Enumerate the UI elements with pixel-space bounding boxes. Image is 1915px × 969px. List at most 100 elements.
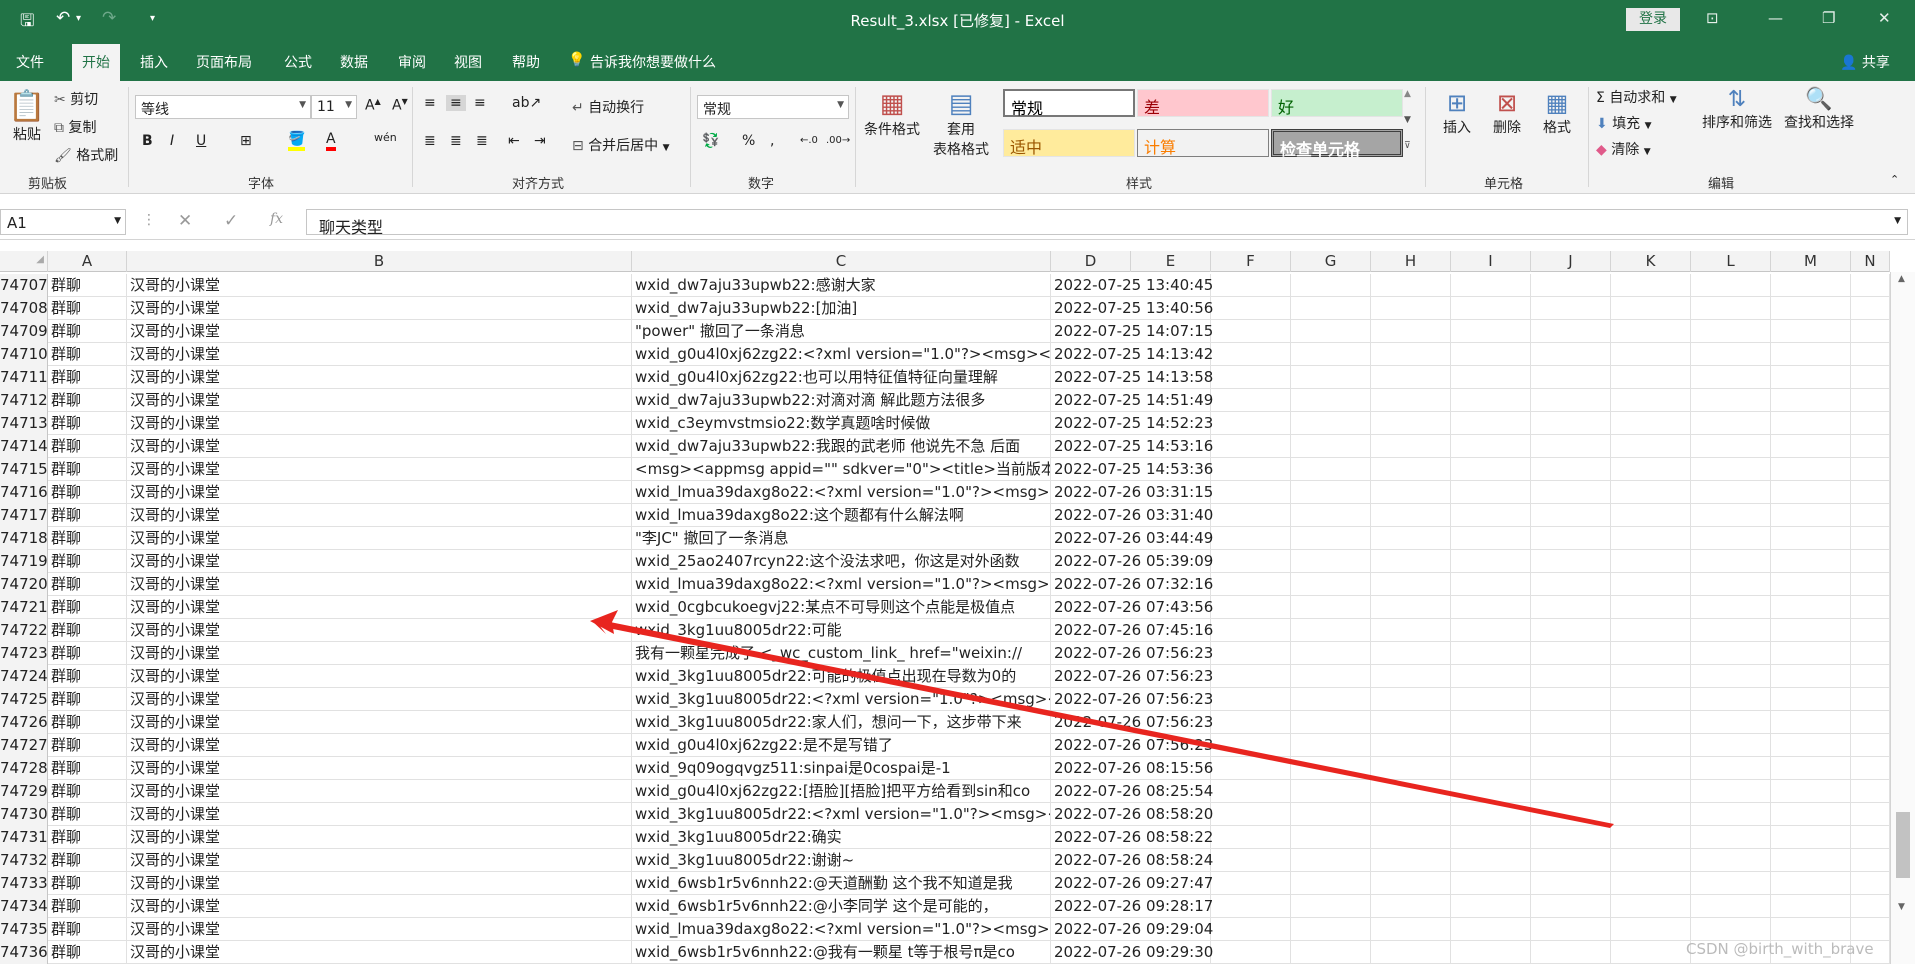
find-select-button[interactable]: 🔍 查找和选择 xyxy=(1780,87,1858,132)
cell-empty[interactable] xyxy=(1691,389,1771,412)
cell-empty[interactable] xyxy=(1451,596,1531,619)
cell-a[interactable]: 群聊 xyxy=(48,481,127,504)
cell-empty[interactable] xyxy=(1371,435,1451,458)
tab-page-layout[interactable]: 页面布局 xyxy=(196,52,252,72)
cell-empty[interactable] xyxy=(1451,711,1531,734)
cell-empty[interactable] xyxy=(1771,481,1851,504)
cell-empty[interactable] xyxy=(1851,688,1890,711)
cell-a[interactable]: 群聊 xyxy=(48,711,127,734)
cell-empty[interactable] xyxy=(1771,366,1851,389)
cell-d[interactable]: 2022-07-26 07:56:23 xyxy=(1051,665,1291,688)
cell-b[interactable]: 汉哥的小课堂 xyxy=(127,895,632,918)
cell-empty[interactable] xyxy=(1771,895,1851,918)
tab-data[interactable]: 数据 xyxy=(340,52,368,72)
cell-empty[interactable] xyxy=(1291,619,1371,642)
cell-empty[interactable] xyxy=(1531,481,1611,504)
cell-c[interactable]: wxid_3kg1uu8005dr22:可能 xyxy=(632,619,1051,642)
cell-empty[interactable] xyxy=(1691,665,1771,688)
row-header[interactable]: 74719 xyxy=(0,550,48,573)
cell-c[interactable]: wxid_dw7aju33upwb22:[加油] xyxy=(632,297,1051,320)
row-header[interactable]: 74712 xyxy=(0,389,48,412)
cell-empty[interactable] xyxy=(1611,274,1691,297)
scroll-down-icon[interactable]: ▼ xyxy=(1898,902,1905,912)
align-bottom-icon[interactable]: ≡ xyxy=(474,95,486,111)
column-header-d[interactable]: D xyxy=(1051,251,1131,272)
cell-empty[interactable] xyxy=(1531,757,1611,780)
cell-empty[interactable] xyxy=(1371,366,1451,389)
fill-button[interactable]: ⬇ 填充 ▼ xyxy=(1596,113,1652,133)
cell-c[interactable]: wxid_lmua39daxg8o22:<?xml version="1.0"?… xyxy=(632,918,1051,941)
align-left-icon[interactable]: ≣ xyxy=(424,133,436,149)
cell-empty[interactable] xyxy=(1291,849,1371,872)
cell-c[interactable]: wxid_3kg1uu8005dr22:家人们，想问一下，这步带下来 xyxy=(632,711,1051,734)
cell-empty[interactable] xyxy=(1771,665,1851,688)
decrease-decimal-icon[interactable]: .00→ xyxy=(826,135,850,146)
cell-empty[interactable] xyxy=(1691,780,1771,803)
cell-empty[interactable] xyxy=(1371,826,1451,849)
cell-empty[interactable] xyxy=(1611,849,1691,872)
cell-empty[interactable] xyxy=(1291,780,1371,803)
cell-b[interactable]: 汉哥的小课堂 xyxy=(127,619,632,642)
cell-empty[interactable] xyxy=(1291,895,1371,918)
tab-home[interactable]: 开始 xyxy=(72,44,120,81)
cell-empty[interactable] xyxy=(1851,320,1890,343)
collapse-ribbon-icon[interactable]: ⌃ xyxy=(1890,173,1899,186)
row-header[interactable]: 74723 xyxy=(0,642,48,665)
cell-empty[interactable] xyxy=(1291,366,1371,389)
cell-empty[interactable] xyxy=(1291,826,1371,849)
cell-empty[interactable] xyxy=(1691,435,1771,458)
row-header[interactable]: 74720 xyxy=(0,573,48,596)
cell-c[interactable]: wxid_dw7aju33upwb22:对滴对滴 解此题方法很多 xyxy=(632,389,1051,412)
tab-formulas[interactable]: 公式 xyxy=(284,52,312,72)
cancel-icon[interactable]: ✕ xyxy=(178,211,192,231)
cell-c[interactable]: wxid_g0u4l0xj62zg22:[捂脸][捂脸]把平方给看到sin和co xyxy=(632,780,1051,803)
cell-empty[interactable] xyxy=(1291,573,1371,596)
cell-empty[interactable] xyxy=(1291,596,1371,619)
cell-d[interactable]: 2022-07-26 07:45:16 xyxy=(1051,619,1291,642)
cell-a[interactable]: 群聊 xyxy=(48,343,127,366)
gallery-more-icon[interactable]: ⊽ xyxy=(1404,141,1411,151)
cell-b[interactable]: 汉哥的小课堂 xyxy=(127,458,632,481)
tab-review[interactable]: 审阅 xyxy=(398,52,426,72)
cell-empty[interactable] xyxy=(1531,435,1611,458)
cell-empty[interactable] xyxy=(1611,343,1691,366)
cell-c[interactable]: wxid_3kg1uu8005dr22:谢谢~ xyxy=(632,849,1051,872)
cell-empty[interactable] xyxy=(1451,366,1531,389)
cell-empty[interactable] xyxy=(1611,642,1691,665)
cell-empty[interactable] xyxy=(1851,274,1890,297)
cell-empty[interactable] xyxy=(1451,803,1531,826)
gallery-down-icon[interactable]: ▼ xyxy=(1404,115,1411,125)
cell-empty[interactable] xyxy=(1371,872,1451,895)
cell-c[interactable]: 我有一颗星完成了 <_wc_custom_link_ href="weixin:… xyxy=(632,642,1051,665)
cell-empty[interactable] xyxy=(1531,320,1611,343)
row-header[interactable]: 74722 xyxy=(0,619,48,642)
cell-empty[interactable] xyxy=(1771,872,1851,895)
cell-c[interactable]: wxid_9q09ogqvgz511:sinpai是0cospai是-1 xyxy=(632,757,1051,780)
cell-empty[interactable] xyxy=(1851,665,1890,688)
increase-indent-icon[interactable]: ⇥ xyxy=(534,133,546,149)
cell-empty[interactable] xyxy=(1851,596,1890,619)
cell-a[interactable]: 群聊 xyxy=(48,803,127,826)
cell-style-5[interactable]: 检查单元格 xyxy=(1271,129,1403,159)
cell-empty[interactable] xyxy=(1851,389,1890,412)
cell-empty[interactable] xyxy=(1531,688,1611,711)
cell-empty[interactable] xyxy=(1371,343,1451,366)
cell-b[interactable]: 汉哥的小课堂 xyxy=(127,366,632,389)
cell-empty[interactable] xyxy=(1371,665,1451,688)
row-header[interactable]: 74714 xyxy=(0,435,48,458)
cell-a[interactable]: 群聊 xyxy=(48,826,127,849)
cell-empty[interactable] xyxy=(1531,504,1611,527)
cell-a[interactable]: 群聊 xyxy=(48,596,127,619)
cell-b[interactable]: 汉哥的小课堂 xyxy=(127,297,632,320)
cell-empty[interactable] xyxy=(1531,734,1611,757)
row-header[interactable]: 74721 xyxy=(0,596,48,619)
cell-b[interactable]: 汉哥的小课堂 xyxy=(127,573,632,596)
cell-empty[interactable] xyxy=(1451,527,1531,550)
cell-d[interactable]: 2022-07-26 09:29:30 xyxy=(1051,941,1291,964)
tab-file[interactable]: 文件 xyxy=(16,52,44,72)
cell-empty[interactable] xyxy=(1291,412,1371,435)
cell-empty[interactable] xyxy=(1291,550,1371,573)
cell-empty[interactable] xyxy=(1531,849,1611,872)
italic-icon[interactable]: I xyxy=(170,133,174,149)
row-header[interactable]: 74711 xyxy=(0,366,48,389)
